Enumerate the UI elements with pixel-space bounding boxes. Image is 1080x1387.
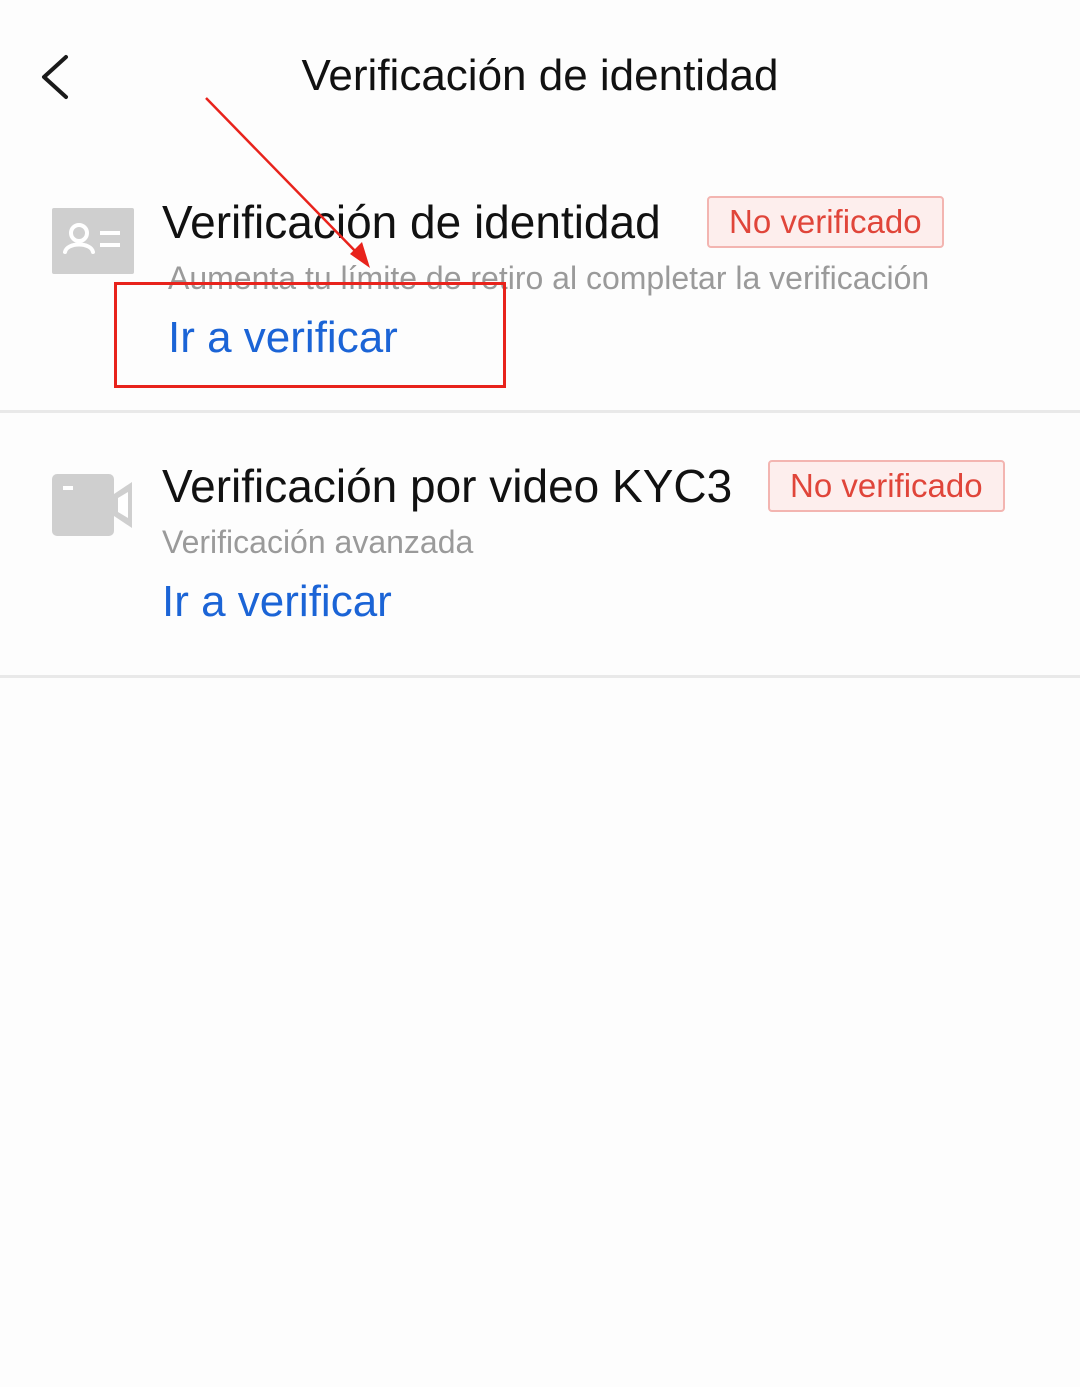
- divider: [0, 410, 1080, 413]
- id-card-icon: [52, 208, 134, 274]
- item-description: Verificación avanzada: [162, 524, 474, 560]
- video-camera-icon: [52, 472, 134, 538]
- header-bar: Verificación de identidad: [0, 0, 1080, 150]
- go-verify-link[interactable]: Ir a verificar: [162, 574, 392, 630]
- divider: [0, 675, 1080, 678]
- item-title: Verificación de identidad: [162, 196, 661, 248]
- verification-item-identity: Verificación de identidad No verificado …: [0, 150, 1080, 412]
- item-title: Verificación por video KYC3: [162, 460, 733, 512]
- item-description: Aumenta tu límite de retiro al completar…: [168, 260, 930, 296]
- status-badge: No verificado: [768, 460, 1005, 512]
- verification-item-video-kyc3: Verificación por video KYC3 No verificad…: [0, 414, 1080, 676]
- page-title: Verificación de identidad: [301, 51, 779, 100]
- status-badge: No verificado: [707, 196, 944, 248]
- go-verify-link[interactable]: Ir a verificar: [168, 310, 398, 366]
